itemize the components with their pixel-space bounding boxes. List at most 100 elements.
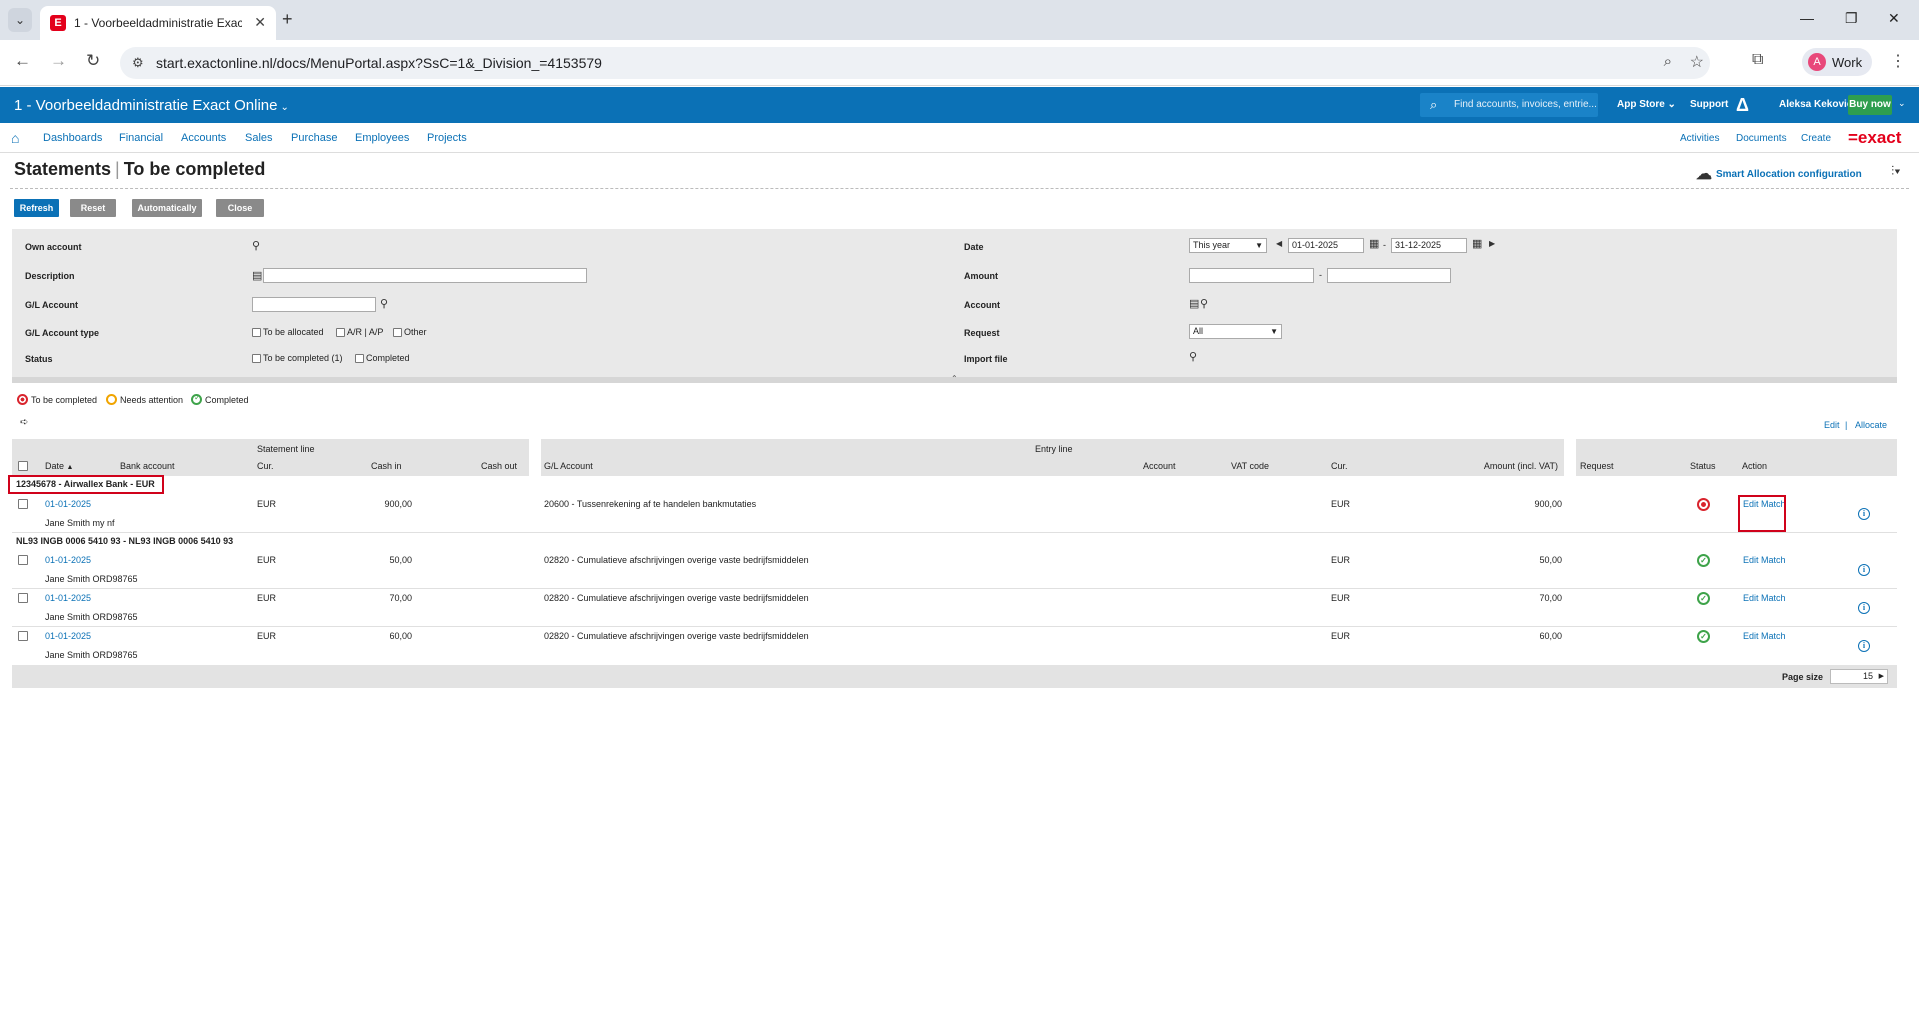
nav-documents[interactable]: Documents bbox=[1736, 133, 1787, 144]
zoom-icon[interactable]: ⌕ bbox=[1664, 53, 1672, 70]
page-options-icon[interactable]: ⫶▾ bbox=[1891, 163, 1901, 179]
buy-now-button[interactable]: Buy now bbox=[1848, 95, 1892, 115]
info-icon[interactable]: i bbox=[1858, 602, 1870, 614]
row-checkbox[interactable] bbox=[18, 631, 28, 641]
site-info-icon[interactable]: ⚙ bbox=[132, 55, 144, 71]
refresh-button[interactable]: Refresh bbox=[14, 199, 59, 217]
collapse-panel-icon[interactable]: ⌃ bbox=[951, 374, 958, 383]
nav-dashboards[interactable]: Dashboards bbox=[43, 132, 102, 144]
checkbox[interactable] bbox=[252, 353, 261, 363]
allocate-link[interactable]: Allocate bbox=[1855, 420, 1887, 430]
col-account[interactable]: Account bbox=[1143, 461, 1176, 471]
address-bar[interactable]: ⚙ start.exactonline.nl/docs/MenuPortal.a… bbox=[120, 47, 1710, 79]
browser-menu-icon[interactable]: ⋮ bbox=[1890, 51, 1906, 71]
search-icon[interactable]: ⚲ bbox=[1189, 350, 1197, 363]
checkbox[interactable] bbox=[393, 327, 402, 337]
extensions-icon[interactable]: ⧉ bbox=[1752, 51, 1763, 69]
col-cash-out[interactable]: Cash out bbox=[481, 461, 517, 471]
search-icon[interactable]: ⚲ bbox=[1200, 297, 1208, 310]
info-icon[interactable]: i bbox=[1858, 640, 1870, 652]
edit-match-link[interactable]: Edit Match bbox=[1743, 593, 1786, 603]
tab-search-chevron-icon[interactable]: ⌄ bbox=[8, 8, 32, 32]
browser-tab[interactable]: E 1 - Voorbeeldadministratie Exact ✕ bbox=[40, 6, 276, 40]
profile-button[interactable]: A Work bbox=[1802, 48, 1872, 76]
search-icon[interactable]: ⚲ bbox=[380, 297, 388, 310]
nav-projects[interactable]: Projects bbox=[427, 132, 467, 144]
row-date-link[interactable]: 01-01-2025 bbox=[45, 555, 91, 565]
checkbox[interactable] bbox=[355, 353, 364, 363]
type-ar-ap-checkbox[interactable]: A/R | A/P bbox=[336, 327, 383, 337]
nav-sales[interactable]: Sales bbox=[245, 132, 273, 144]
edit-link[interactable]: Edit bbox=[1824, 420, 1840, 430]
document-icon[interactable]: ▤ bbox=[1189, 297, 1199, 310]
gl-account-input[interactable] bbox=[252, 297, 376, 312]
page-size-select[interactable]: 15 ▶ bbox=[1830, 669, 1888, 684]
row-date-link[interactable]: 01-01-2025 bbox=[45, 593, 91, 603]
restore-icon[interactable]: ❐ bbox=[1845, 10, 1858, 27]
app-store-menu[interactable]: App Store ⌄ bbox=[1617, 99, 1676, 110]
bookmark-star-icon[interactable]: ☆ bbox=[1690, 52, 1704, 72]
col-entry-cur[interactable]: Cur. bbox=[1331, 461, 1348, 471]
date-from-input[interactable]: 01-01-2025 bbox=[1288, 238, 1364, 253]
document-icon[interactable]: ▤ bbox=[252, 269, 262, 282]
checkbox[interactable] bbox=[252, 327, 261, 337]
amount-from-input[interactable] bbox=[1189, 268, 1314, 283]
back-arrow-icon[interactable]: ➪ bbox=[20, 417, 28, 428]
col-date[interactable]: Date ▲ bbox=[45, 461, 73, 471]
nav-employees[interactable]: Employees bbox=[355, 132, 409, 144]
reload-icon[interactable]: ↻ bbox=[86, 51, 100, 71]
row-checkbox[interactable] bbox=[18, 499, 28, 509]
support-link[interactable]: Support bbox=[1690, 99, 1728, 110]
col-gl-account[interactable]: G/L Account bbox=[544, 461, 593, 471]
reset-button[interactable]: Reset bbox=[70, 199, 116, 217]
calendar-icon[interactable]: ▦ bbox=[1369, 237, 1379, 250]
amount-to-input[interactable] bbox=[1327, 268, 1451, 283]
row-checkbox[interactable] bbox=[18, 555, 28, 565]
edit-match-link[interactable]: Edit Match bbox=[1743, 555, 1786, 565]
search-icon[interactable]: ⚲ bbox=[252, 239, 260, 252]
smart-allocation-link[interactable]: ☁ Smart Allocation configuration bbox=[1696, 164, 1862, 184]
date-to-input[interactable]: 31-12-2025 bbox=[1391, 238, 1467, 253]
division-selector[interactable]: 1 - Voorbeeldadministratie Exact Online ⌄ bbox=[14, 97, 289, 114]
row-checkbox[interactable] bbox=[18, 593, 28, 603]
nav-financial[interactable]: Financial bbox=[119, 132, 163, 144]
nav-accounts[interactable]: Accounts bbox=[181, 132, 226, 144]
minimize-icon[interactable]: — bbox=[1800, 10, 1814, 26]
col-status[interactable]: Status bbox=[1690, 461, 1716, 471]
back-arrow-icon[interactable]: ← bbox=[14, 51, 31, 71]
tab-close-icon[interactable]: ✕ bbox=[254, 14, 266, 31]
date-period-select[interactable]: This year ▼ bbox=[1189, 238, 1267, 253]
col-cash-in[interactable]: Cash in bbox=[371, 461, 402, 471]
type-other-checkbox[interactable]: Other bbox=[393, 327, 427, 337]
col-amount-incl-vat[interactable]: Amount (incl. VAT) bbox=[1421, 461, 1558, 471]
calendar-icon[interactable]: ▦ bbox=[1472, 237, 1482, 250]
forward-arrow-icon[interactable]: → bbox=[50, 51, 67, 71]
nav-activities[interactable]: Activities bbox=[1680, 133, 1719, 144]
close-button[interactable]: Close bbox=[216, 199, 264, 217]
next-period-icon[interactable]: ▶ bbox=[1489, 239, 1495, 248]
user-menu[interactable]: Aleksa Kekovic bbox=[1779, 99, 1852, 110]
url-text[interactable]: start.exactonline.nl/docs/MenuPortal.asp… bbox=[156, 55, 602, 71]
previous-period-icon[interactable]: ◀ bbox=[1276, 239, 1282, 248]
col-vat-code[interactable]: VAT code bbox=[1231, 461, 1269, 471]
col-request[interactable]: Request bbox=[1580, 461, 1614, 471]
info-icon[interactable]: i bbox=[1858, 564, 1870, 576]
row-date-link[interactable]: 01-01-2025 bbox=[45, 631, 91, 641]
status-to-be-completed-checkbox[interactable]: To be completed (1) bbox=[252, 353, 343, 363]
col-bank-account[interactable]: Bank account bbox=[120, 461, 175, 471]
window-close-icon[interactable]: ✕ bbox=[1888, 10, 1900, 27]
status-completed-checkbox[interactable]: Completed bbox=[355, 353, 410, 363]
automatically-button[interactable]: Automatically bbox=[132, 199, 202, 217]
chevron-down-icon[interactable]: ⌄ bbox=[1898, 98, 1906, 109]
col-cur[interactable]: Cur. bbox=[257, 461, 274, 471]
type-to-be-allocated-checkbox[interactable]: To be allocated bbox=[252, 327, 324, 337]
edit-match-link[interactable]: Edit Match bbox=[1743, 631, 1786, 641]
global-search-input[interactable]: ⌕ Find accounts, invoices, entrie... bbox=[1420, 93, 1598, 117]
new-tab-icon[interactable]: + bbox=[282, 9, 293, 30]
select-all-checkbox[interactable] bbox=[18, 461, 28, 471]
exact-delta-icon[interactable]: Δ bbox=[1736, 95, 1749, 116]
checkbox[interactable] bbox=[336, 327, 345, 337]
nav-purchase[interactable]: Purchase bbox=[291, 132, 337, 144]
nav-create[interactable]: Create bbox=[1801, 133, 1831, 144]
home-icon[interactable]: ⌂ bbox=[11, 130, 19, 146]
